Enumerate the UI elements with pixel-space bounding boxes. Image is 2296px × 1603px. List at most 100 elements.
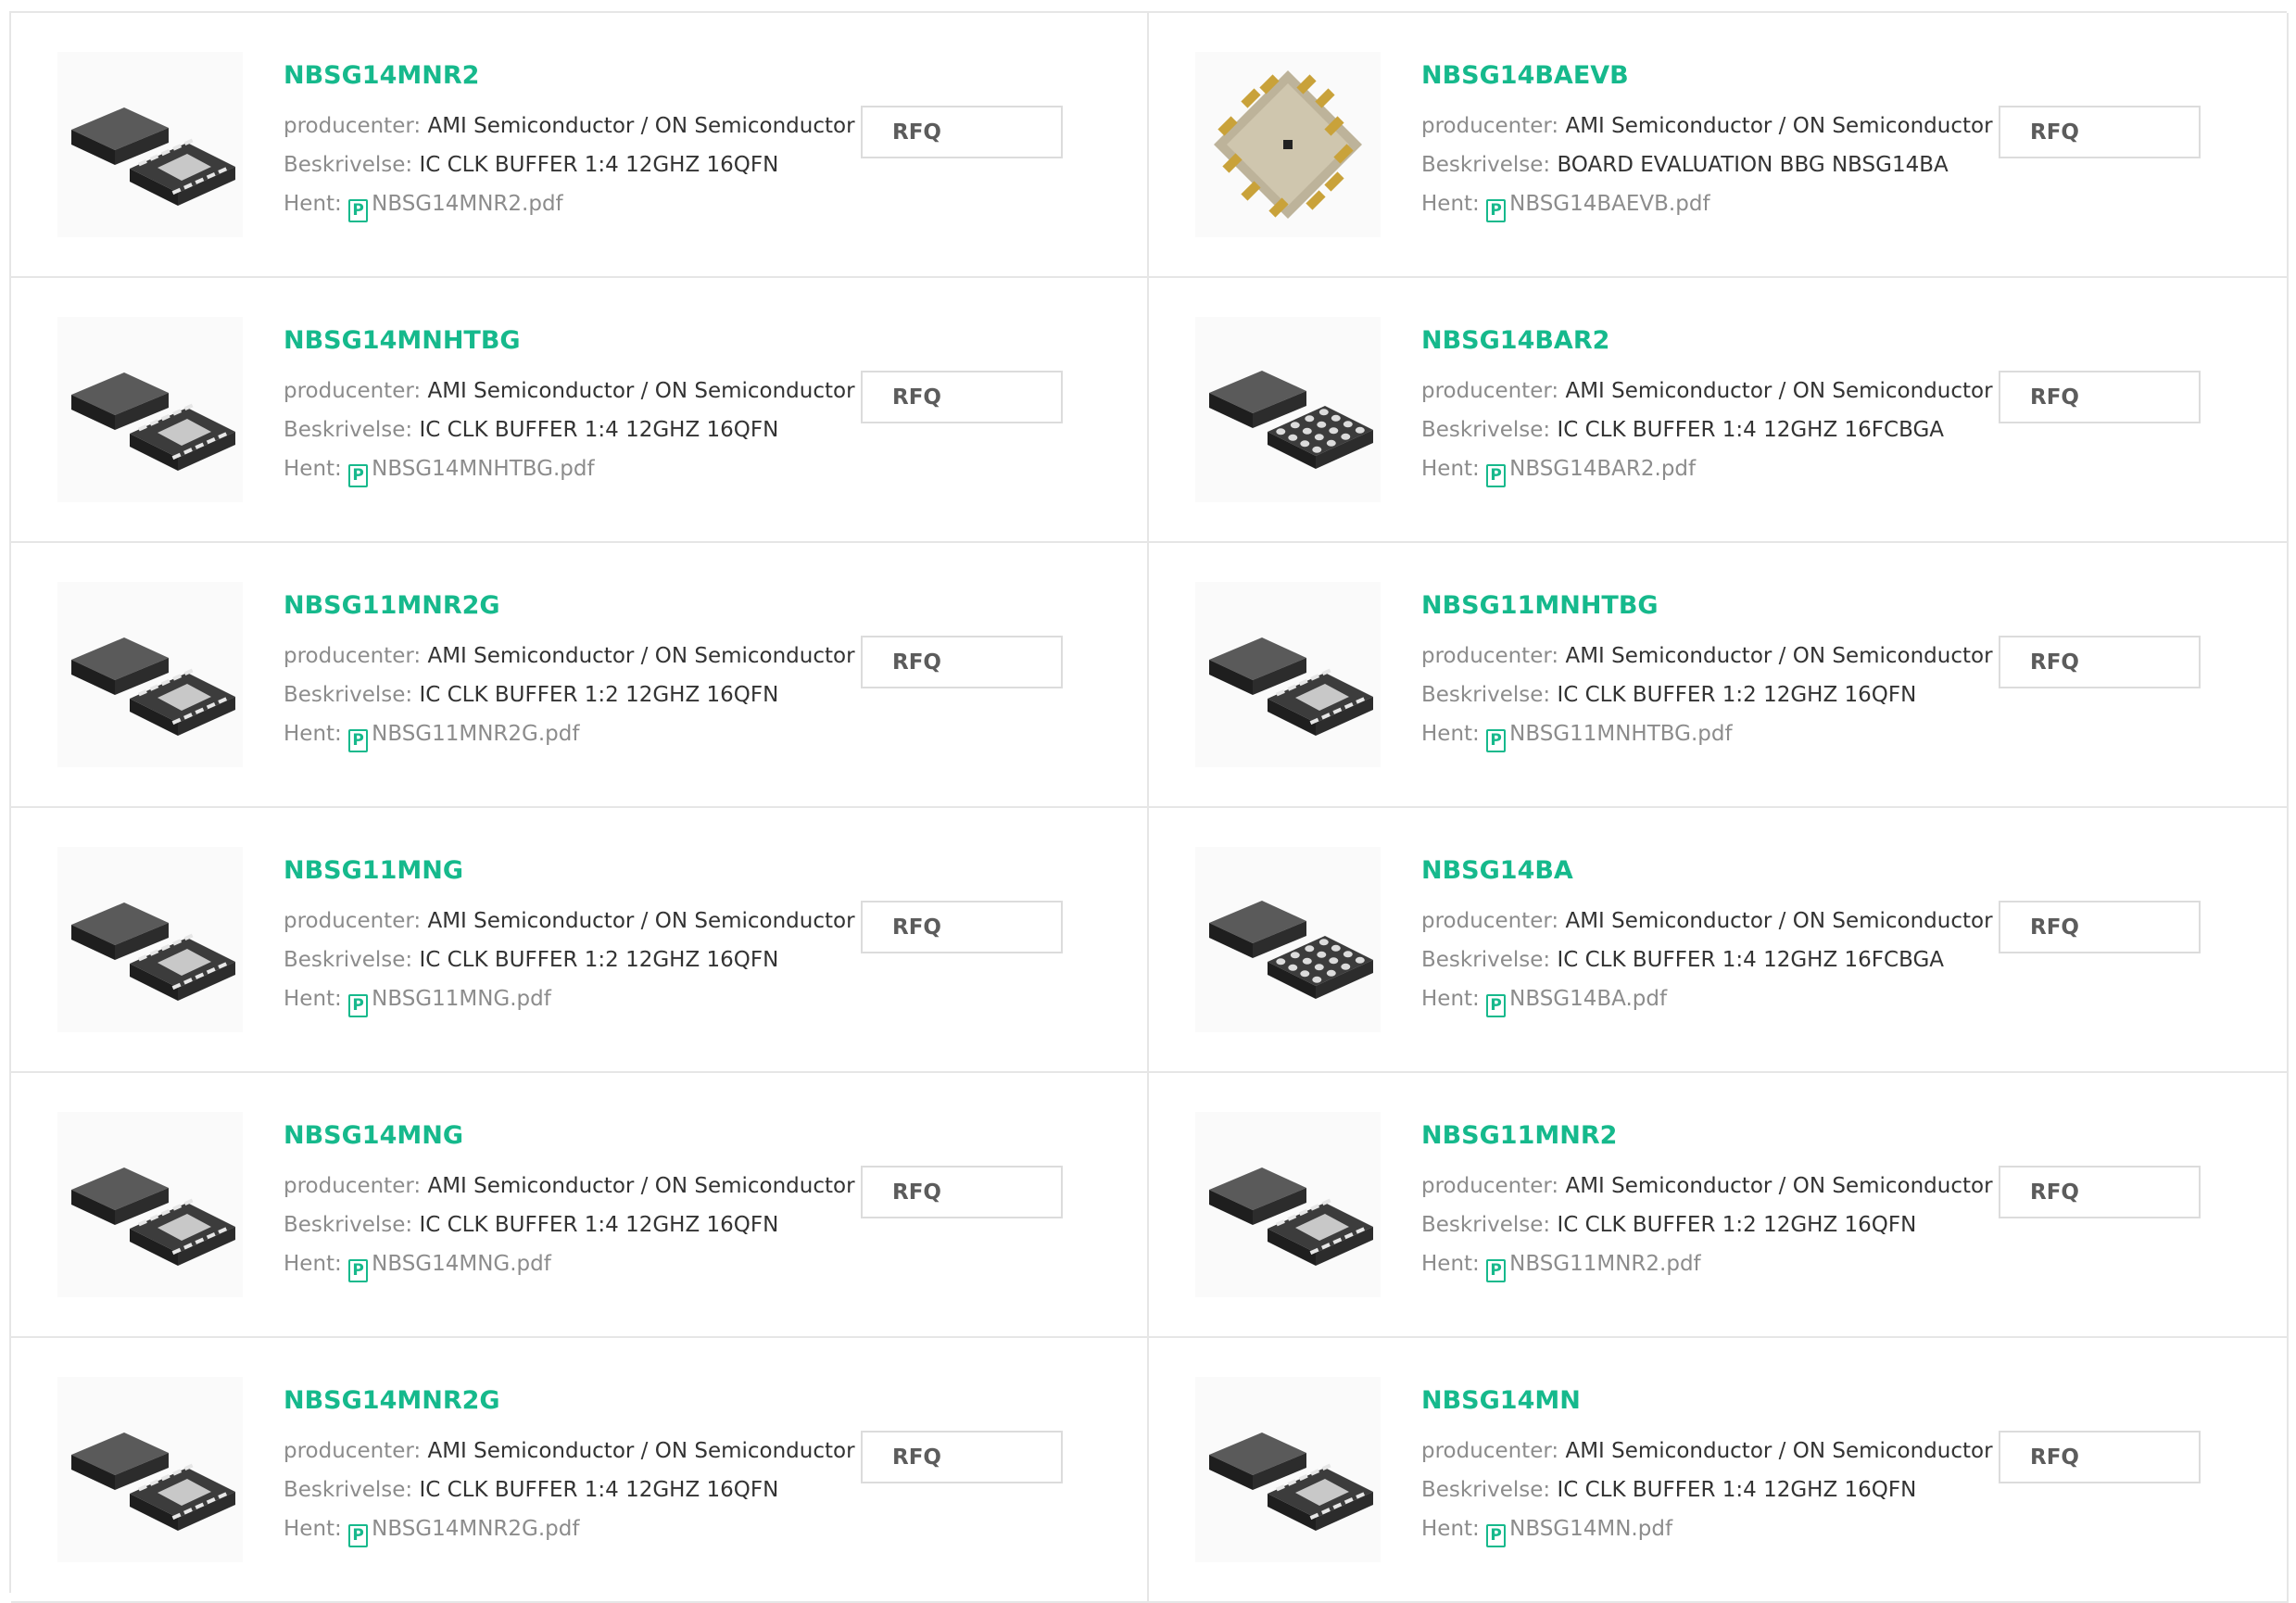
rfq-button[interactable]: RFQ bbox=[861, 1166, 1063, 1218]
description-value: IC CLK BUFFER 1:2 12GHZ 16QFN bbox=[1557, 1213, 1917, 1237]
description-line: Beskrivelse: IC CLK BUFFER 1:4 12GHZ 16Q… bbox=[1421, 1478, 1916, 1502]
datasheet-link[interactable]: P NBSG11MNG.pdf bbox=[348, 987, 551, 1017]
product-name-link[interactable]: NBSG11MNHTBG bbox=[1421, 591, 1659, 620]
product-name-link[interactable]: NBSG14MNR2 bbox=[284, 61, 479, 90]
datasheet-link[interactable]: P NBSG14MNHTBG.pdf bbox=[348, 457, 595, 487]
qfn-chip-icon[interactable] bbox=[57, 317, 243, 502]
manufacturer-line: producenter: AMI Semiconductor / ON Semi… bbox=[1421, 379, 1993, 403]
datasheet-filename: NBSG14MNR2G.pdf bbox=[372, 1517, 580, 1541]
product-name-link[interactable]: NBSG14BA bbox=[1421, 856, 1573, 885]
product-name-link[interactable]: NBSG14MN bbox=[1421, 1386, 1581, 1415]
product-name-link[interactable]: NBSG14BAR2 bbox=[1421, 326, 1609, 355]
pdf-file-icon: P bbox=[1486, 729, 1507, 752]
download-label: Hent: bbox=[1421, 1517, 1480, 1541]
product-card: NBSG11MNR2G producenter: AMI Semiconduct… bbox=[11, 543, 1149, 808]
product-card: NBSG11MNR2 producenter: AMI Semiconducto… bbox=[1149, 1073, 2289, 1338]
rfq-button[interactable]: RFQ bbox=[1999, 1431, 2201, 1483]
datasheet-link[interactable]: P NBSG11MNR2G.pdf bbox=[348, 722, 579, 752]
manufacturer-label: producenter: bbox=[1421, 1174, 1559, 1198]
manufacturer-value: AMI Semiconductor / ON Semiconductor bbox=[1565, 1174, 1993, 1198]
download-line: Hent: P NBSG11MNR2G.pdf bbox=[284, 722, 579, 752]
pdf-file-icon: P bbox=[1486, 1524, 1507, 1547]
qfn-chip-icon[interactable] bbox=[57, 582, 243, 767]
qfn-chip-icon[interactable] bbox=[1195, 582, 1381, 767]
rfq-button[interactable]: RFQ bbox=[1999, 901, 2201, 953]
description-line: Beskrivelse: IC CLK BUFFER 1:4 12GHZ 16Q… bbox=[284, 1213, 778, 1237]
datasheet-link[interactable]: P NBSG14MNG.pdf bbox=[348, 1252, 551, 1282]
product-card: NBSG14BA producenter: AMI Semiconductor … bbox=[1149, 808, 2289, 1073]
datasheet-link[interactable]: P NBSG14BAEVB.pdf bbox=[1486, 192, 1710, 222]
qfn-chip-icon[interactable] bbox=[1195, 1377, 1381, 1562]
download-line: Hent: P NBSG14MNHTBG.pdf bbox=[284, 457, 595, 487]
product-name-link[interactable]: NBSG14MNHTBG bbox=[284, 326, 521, 355]
datasheet-link[interactable]: P NBSG14BAR2.pdf bbox=[1486, 457, 1696, 487]
datasheet-link[interactable]: P NBSG14MNR2G.pdf bbox=[348, 1517, 580, 1547]
datasheet-link[interactable]: P NBSG11MNHTBG.pdf bbox=[1486, 722, 1733, 752]
product-name-link[interactable]: NBSG14MNG bbox=[284, 1121, 463, 1150]
download-label: Hent: bbox=[284, 1252, 342, 1276]
rfq-button[interactable]: RFQ bbox=[861, 371, 1063, 423]
download-line: Hent: P NBSG14BA.pdf bbox=[1421, 987, 1667, 1017]
description-line: Beskrivelse: IC CLK BUFFER 1:4 12GHZ 16Q… bbox=[284, 418, 778, 442]
datasheet-link[interactable]: P NBSG14MN.pdf bbox=[1486, 1517, 1672, 1547]
description-label: Beskrivelse: bbox=[284, 418, 413, 442]
download-label: Hent: bbox=[1421, 722, 1480, 746]
qfn-chip-icon[interactable] bbox=[57, 52, 243, 237]
description-label: Beskrivelse: bbox=[1421, 948, 1551, 972]
rfq-button[interactable]: RFQ bbox=[1999, 371, 2201, 423]
datasheet-link[interactable]: P NBSG14MNR2.pdf bbox=[348, 192, 563, 222]
product-name-link[interactable]: NBSG14MNR2G bbox=[284, 1386, 500, 1415]
manufacturer-label: producenter: bbox=[1421, 1439, 1559, 1463]
datasheet-filename: NBSG14MNHTBG.pdf bbox=[372, 457, 595, 481]
manufacturer-line: producenter: AMI Semiconductor / ON Semi… bbox=[1421, 1174, 1993, 1198]
datasheet-filename: NBSG11MNHTBG.pdf bbox=[1509, 722, 1733, 746]
manufacturer-label: producenter: bbox=[1421, 644, 1559, 668]
rfq-button[interactable]: RFQ bbox=[1999, 636, 2201, 688]
manufacturer-value: AMI Semiconductor / ON Semiconductor bbox=[427, 1174, 855, 1198]
manufacturer-line: producenter: AMI Semiconductor / ON Semi… bbox=[1421, 909, 1993, 933]
description-value: IC CLK BUFFER 1:4 12GHZ 16QFN bbox=[419, 153, 779, 177]
description-label: Beskrivelse: bbox=[1421, 153, 1551, 177]
product-card: NBSG14BAR2 producenter: AMI Semiconducto… bbox=[1149, 278, 2289, 543]
qfn-chip-icon[interactable] bbox=[57, 1377, 243, 1562]
rfq-button[interactable]: RFQ bbox=[861, 901, 1063, 953]
download-line: Hent: P NBSG14BAR2.pdf bbox=[1421, 457, 1696, 487]
product-name-link[interactable]: NBSG11MNR2G bbox=[284, 591, 500, 620]
manufacturer-line: producenter: AMI Semiconductor / ON Semi… bbox=[1421, 114, 1993, 138]
pdf-file-icon: P bbox=[348, 1524, 369, 1547]
download-label: Hent: bbox=[1421, 457, 1480, 481]
rfq-button[interactable]: RFQ bbox=[861, 636, 1063, 688]
manufacturer-line: producenter: AMI Semiconductor / ON Semi… bbox=[284, 379, 855, 403]
bga-chip-icon[interactable] bbox=[1195, 847, 1381, 1032]
rfq-button[interactable]: RFQ bbox=[1999, 106, 2201, 158]
description-line: Beskrivelse: IC CLK BUFFER 1:2 12GHZ 16Q… bbox=[284, 683, 778, 707]
datasheet-link[interactable]: P NBSG14BA.pdf bbox=[1486, 987, 1667, 1017]
rfq-button[interactable]: RFQ bbox=[861, 1431, 1063, 1483]
rfq-button[interactable]: RFQ bbox=[1999, 1166, 2201, 1218]
qfn-chip-icon[interactable] bbox=[1195, 1112, 1381, 1297]
product-card: NBSG11MNG producenter: AMI Semiconductor… bbox=[11, 808, 1149, 1073]
description-value: IC CLK BUFFER 1:4 12GHZ 16QFN bbox=[419, 418, 779, 442]
product-name-link[interactable]: NBSG14BAEVB bbox=[1421, 61, 1629, 90]
manufacturer-value: AMI Semiconductor / ON Semiconductor bbox=[427, 644, 855, 668]
product-card: NBSG14MNR2 producenter: AMI Semiconducto… bbox=[11, 13, 1149, 278]
datasheet-link[interactable]: P NBSG11MNR2.pdf bbox=[1486, 1252, 1701, 1282]
qfn-chip-icon[interactable] bbox=[57, 847, 243, 1032]
manufacturer-value: AMI Semiconductor / ON Semiconductor bbox=[1565, 114, 1993, 138]
product-card: NBSG14MN producenter: AMI Semiconductor … bbox=[1149, 1338, 2289, 1603]
rfq-button[interactable]: RFQ bbox=[861, 106, 1063, 158]
evaluation-board-icon[interactable] bbox=[1195, 52, 1381, 237]
manufacturer-line: producenter: AMI Semiconductor / ON Semi… bbox=[284, 909, 855, 933]
manufacturer-label: producenter: bbox=[284, 1174, 422, 1198]
product-name-link[interactable]: NBSG11MNR2 bbox=[1421, 1121, 1617, 1150]
download-label: Hent: bbox=[1421, 1252, 1480, 1276]
manufacturer-label: producenter: bbox=[1421, 114, 1559, 138]
description-label: Beskrivelse: bbox=[284, 153, 413, 177]
manufacturer-value: AMI Semiconductor / ON Semiconductor bbox=[1565, 379, 1993, 403]
download-line: Hent: P NBSG14MN.pdf bbox=[1421, 1517, 1672, 1547]
qfn-chip-icon[interactable] bbox=[57, 1112, 243, 1297]
description-line: Beskrivelse: IC CLK BUFFER 1:4 12GHZ 16Q… bbox=[284, 1478, 778, 1502]
download-line: Hent: P NBSG14MNG.pdf bbox=[284, 1252, 551, 1282]
product-name-link[interactable]: NBSG11MNG bbox=[284, 856, 463, 885]
bga-chip-icon[interactable] bbox=[1195, 317, 1381, 502]
